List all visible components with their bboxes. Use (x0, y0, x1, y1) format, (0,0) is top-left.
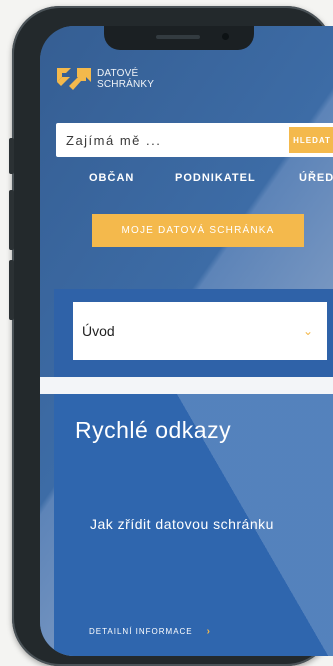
site-logo[interactable]: DATOVÉ SCHRÁNKY (57, 68, 154, 90)
search-button[interactable]: HLEDAT (289, 127, 333, 153)
detail-info-label: DETAILNÍ INFORMACE (89, 627, 193, 636)
phone-frame: DATOVÉ SCHRÁNKY HLEDAT OBČAN PODNIKATEL … (9, 6, 333, 666)
logo-line-2: SCHRÁNKY (97, 79, 155, 90)
phone-side-button (9, 260, 14, 320)
phone-side-button (9, 138, 14, 174)
phone-screen: DATOVÉ SCHRÁNKY HLEDAT OBČAN PODNIKATEL … (40, 26, 333, 656)
section-divider (40, 377, 333, 394)
search-bar: HLEDAT (56, 122, 333, 158)
quick-links-panel: Rychlé odkazy Jak zřídit datovou schránk… (54, 394, 333, 656)
nav-item-urednik[interactable]: ÚŘEDN (299, 172, 333, 184)
datove-schranky-logo-icon (57, 68, 91, 90)
chevron-right-icon: › (206, 626, 211, 637)
front-camera (222, 33, 229, 40)
quick-links-title: Rychlé odkazy (75, 417, 232, 443)
detail-info-link[interactable]: DETAILNÍ INFORMACE › (89, 626, 211, 637)
phone-side-button (9, 190, 14, 250)
nav-item-obcan[interactable]: OBČAN (89, 172, 134, 184)
speaker-grille (156, 35, 200, 39)
chevron-down-icon: ⌄ (302, 324, 313, 338)
my-data-box-button[interactable]: MOJE DATOVÁ SCHRÁNKA (92, 214, 304, 247)
phone-notch (104, 26, 254, 50)
logo-line-1: DATOVÉ (97, 68, 139, 79)
audience-nav: OBČAN PODNIKATEL ÚŘEDN (40, 172, 333, 192)
search-input[interactable] (56, 122, 289, 158)
section-select-value: Úvod (82, 323, 115, 339)
logo-wordmark: DATOVÉ SCHRÁNKY (97, 68, 154, 90)
quick-link-item[interactable]: Jak zřídit datovou schránku (90, 514, 290, 535)
nav-item-podnikatel[interactable]: PODNIKATEL (175, 172, 256, 184)
section-select[interactable]: Úvod ⌄ (73, 302, 327, 360)
